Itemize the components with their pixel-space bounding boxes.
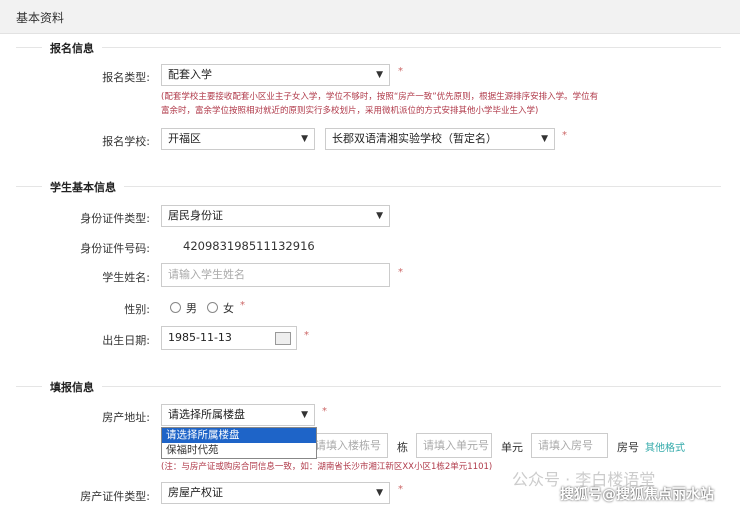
student-name-label: 学生姓名:	[102, 271, 150, 284]
id-type-label: 身份证件类型:	[80, 212, 150, 225]
watermark-sohu: 搜狐号@搜狐焦点丽水站	[560, 487, 714, 503]
building-unit: 栋	[397, 441, 408, 454]
property-select[interactable]: 请选择所属楼盘 ▼	[161, 404, 315, 426]
dropdown-option[interactable]: 请选择所属楼盘	[162, 428, 316, 443]
district-value: 开福区	[168, 132, 201, 145]
gender-label: 性别:	[124, 303, 150, 316]
school-select[interactable]: 长郡双语清湘实验学校（暂定名） ▼	[325, 128, 555, 150]
calendar-icon[interactable]	[275, 332, 291, 345]
school-value: 长郡双语清湘实验学校（暂定名）	[332, 132, 497, 145]
gender-male-radio[interactable]	[170, 302, 181, 313]
id-number-label: 身份证件号码:	[80, 242, 150, 255]
required-mark: *	[562, 130, 567, 141]
page-title: 基本资料	[16, 11, 65, 25]
cert-type-select[interactable]: 房屋产权证 ▼	[161, 482, 390, 504]
required-mark: *	[322, 406, 327, 417]
gender-female-radio[interactable]	[207, 302, 218, 313]
required-mark: *	[398, 66, 403, 77]
chevron-down-icon: ▼	[376, 488, 383, 498]
reg-type-note-1: (配套学校主要接收配套小区业主子女入学，学位不够时，按照“房产一致”优先原则，根…	[161, 92, 599, 102]
room-unit: 房号	[617, 441, 639, 454]
required-mark: *	[304, 330, 309, 341]
reg-type-value: 配套入学	[168, 68, 212, 81]
chevron-down-icon: ▼	[541, 134, 548, 144]
property-note: (注：与房产证或购房合同信息一致，如：湖南省长沙市湘江新区XX小区1栋2单元11…	[161, 462, 493, 472]
birth-label: 出生日期:	[102, 334, 150, 347]
section-student: 学生基本信息	[16, 179, 721, 195]
chevron-down-icon: ▼	[301, 134, 308, 144]
id-type-select[interactable]: 居民身份证 ▼	[161, 205, 390, 227]
section-title: 填报信息	[42, 379, 102, 395]
room-input[interactable]: 请填入房号	[531, 433, 608, 458]
reg-type-select[interactable]: 配套入学 ▼	[161, 64, 390, 86]
student-name-input[interactable]: 请输入学生姓名	[161, 263, 390, 287]
page-header: 基本资料	[0, 0, 740, 34]
other-format-link[interactable]: 其他格式	[645, 439, 685, 454]
required-mark: *	[398, 267, 403, 278]
chevron-down-icon: ▼	[376, 70, 383, 80]
required-mark: *	[240, 300, 245, 311]
unit-input[interactable]: 请填入单元号	[416, 433, 492, 458]
dropdown-option[interactable]: 保福时代苑	[162, 443, 316, 458]
reg-type-label: 报名类型:	[102, 71, 150, 84]
section-title: 学生基本信息	[42, 179, 124, 195]
chevron-down-icon: ▼	[301, 410, 308, 420]
gender-female-label: 女	[223, 302, 234, 315]
birth-value: 1985-11-13	[168, 331, 232, 344]
district-select[interactable]: 开福区 ▼	[161, 128, 315, 150]
required-mark: *	[398, 484, 403, 495]
property-label: 房产地址:	[102, 411, 150, 424]
birth-date-input[interactable]: 1985-11-13	[161, 326, 297, 350]
section-registration: 报名信息	[16, 40, 721, 56]
property-dropdown: 请选择所属楼盘 保福时代苑	[161, 427, 317, 459]
id-number-value: 420983198511132916	[183, 239, 315, 253]
cert-type-label: 房产证件类型:	[80, 490, 150, 503]
property-value: 请选择所属楼盘	[168, 408, 245, 421]
id-type-value: 居民身份证	[168, 209, 223, 222]
chevron-down-icon: ▼	[376, 211, 383, 221]
reg-type-note-2: 富余时，富余学位按照相对就近的原则实行多校划片，采用微机派位的方式安排其他小学毕…	[161, 106, 539, 116]
unit-unit: 单元	[501, 441, 523, 454]
section-fill: 填报信息	[16, 379, 721, 395]
cert-type-value: 房屋产权证	[168, 486, 223, 499]
gender-male-label: 男	[186, 302, 197, 315]
section-title: 报名信息	[42, 40, 102, 56]
reg-school-label: 报名学校:	[102, 135, 150, 148]
